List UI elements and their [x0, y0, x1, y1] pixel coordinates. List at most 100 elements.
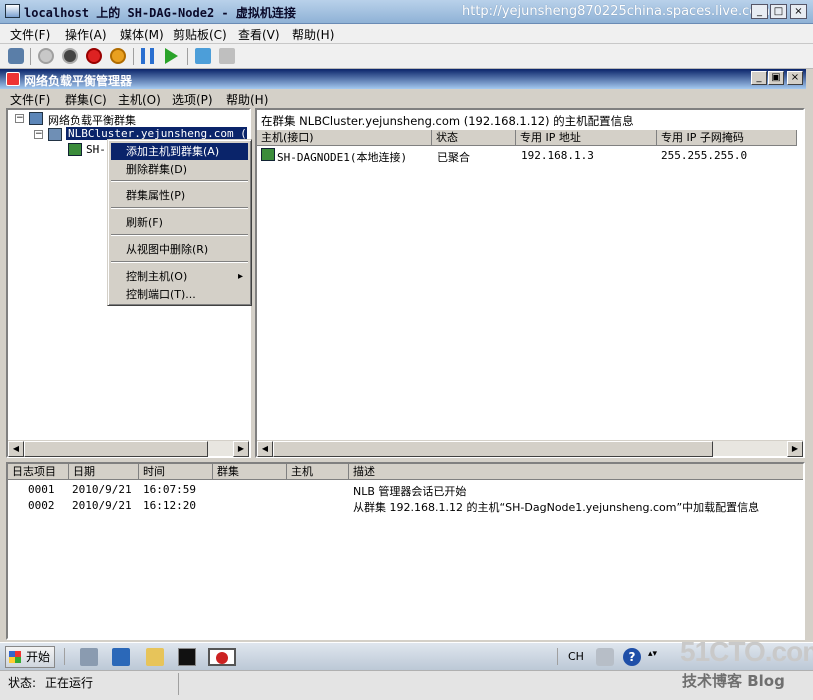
menu-item-refresh[interactable]: 刷新(F): [111, 214, 248, 231]
nlb-restore-button[interactable]: ▣: [768, 71, 784, 85]
table-row[interactable]: SH-DAGNODE1(本地连接) 已聚合 192.168.1.3 255.25…: [257, 148, 803, 164]
nlb-title-bar[interactable]: 网络负载平衡管理器 _ ▣ ×: [0, 69, 806, 89]
mask-cell: 255.255.255.0: [661, 149, 748, 162]
hosts-pane[interactable]: 在群集 NLBCluster.yejunsheng.com (192.168.1…: [255, 108, 805, 458]
ctrl-alt-del-icon[interactable]: [8, 48, 24, 64]
close-button[interactable]: ×: [790, 4, 807, 19]
collapse-icon[interactable]: −: [34, 130, 43, 139]
table-row[interactable]: 0001 2010/9/21 16:07:59 NLB 管理器会话已开始: [8, 482, 803, 498]
language-indicator[interactable]: CH: [568, 650, 584, 663]
log-date-cell: 2010/9/21: [72, 499, 132, 512]
nlb-menu-help[interactable]: 帮助(H): [226, 91, 268, 108]
menu-item-remove-from-view[interactable]: 从视图中删除(R): [111, 241, 248, 258]
network-icon: [29, 112, 43, 125]
host-icon: [68, 143, 82, 156]
tree-host-node[interactable]: SH-: [86, 143, 106, 156]
watermark-blog: 技术博客 Blog: [682, 672, 785, 690]
column-cluster[interactable]: 群集: [213, 464, 287, 480]
nlb-menu-file[interactable]: 文件(F): [10, 91, 50, 108]
vm-menu-help[interactable]: 帮助(H): [292, 26, 334, 43]
command-prompt-icon[interactable]: [178, 648, 196, 666]
vm-menu-clipboard[interactable]: 剪贴板(C): [173, 26, 227, 43]
column-time[interactable]: 时间: [139, 464, 213, 480]
nlb-window-title: 网络负载平衡管理器: [24, 74, 133, 88]
ip-cell: 192.168.1.3: [521, 149, 594, 162]
explorer-folder-icon[interactable]: [146, 648, 164, 666]
cluster-context-menu[interactable]: 添加主机到群集(A) 删除群集(D) 群集属性(P) 刷新(F) 从视图中删除(…: [107, 139, 252, 306]
pause-icon[interactable]: [141, 48, 154, 64]
column-log-entry[interactable]: 日志项目: [8, 464, 69, 480]
watermark-51cto: 51CTO.com: [680, 636, 813, 667]
log-time-cell: 16:12:20: [143, 499, 196, 512]
scroll-left-icon[interactable]: ◀: [257, 441, 273, 457]
column-description[interactable]: 描述: [349, 464, 803, 480]
menu-separator: [111, 234, 248, 236]
minimize-button[interactable]: _: [751, 4, 768, 19]
menu-item-control-hosts[interactable]: 控制主机(O): [111, 268, 248, 285]
vm-toolbar: [0, 44, 813, 69]
resume-icon[interactable]: [165, 48, 178, 64]
nlb-menu-cluster[interactable]: 群集(C): [65, 91, 107, 108]
log-id-cell: 0001: [28, 483, 55, 496]
vm-menu-action[interactable]: 操作(A): [65, 26, 107, 43]
menu-item-delete-cluster[interactable]: 删除群集(D): [111, 161, 248, 178]
snapshot-icon[interactable]: [195, 48, 211, 64]
keyboard-icon[interactable]: [596, 648, 614, 666]
menu-separator: [111, 180, 248, 182]
scroll-thumb[interactable]: [24, 441, 208, 457]
column-status[interactable]: 状态: [432, 130, 516, 146]
host-name-cell: SH-DAGNODE1(本地连接): [277, 151, 408, 164]
tree-root[interactable]: 网络负载平衡群集: [48, 112, 136, 128]
scroll-left-icon[interactable]: ◀: [8, 441, 24, 457]
vm-menu-media[interactable]: 媒体(M): [120, 26, 164, 43]
host-icon: [261, 148, 275, 161]
vm-menu-file[interactable]: 文件(F): [10, 26, 50, 43]
scroll-right-icon[interactable]: ▶: [787, 441, 803, 457]
scroll-right-icon[interactable]: ▶: [233, 441, 249, 457]
watermark-url: http://yejunsheng870225china.spaces.live…: [462, 4, 770, 19]
log-description-cell: NLB 管理器会话已开始: [353, 485, 467, 498]
nlb-menu-options[interactable]: 选项(P): [172, 91, 213, 108]
toolbar-separator: [187, 48, 188, 65]
status-cell: 已聚合: [437, 151, 470, 164]
chevron-icon[interactable]: ▴▾: [648, 649, 657, 659]
hosts-heading: 在群集 NLBCluster.yejunsheng.com (192.168.1…: [261, 114, 634, 128]
shutdown-icon[interactable]: [86, 48, 102, 64]
hosts-horizontal-scrollbar[interactable]: ◀ ▶: [257, 440, 803, 457]
nlb-minimize-button[interactable]: _: [751, 71, 767, 85]
server-manager-icon[interactable]: [80, 648, 98, 666]
help-icon[interactable]: ?: [623, 648, 641, 666]
powershell-icon[interactable]: [112, 648, 130, 666]
status-value: 正在运行: [45, 676, 94, 690]
column-host[interactable]: 主机: [287, 464, 349, 480]
nlb-manager-icon: [6, 72, 20, 86]
scroll-thumb[interactable]: [273, 441, 713, 457]
vm-menu-view[interactable]: 查看(V): [238, 26, 280, 43]
log-pane[interactable]: 日志项目 日期 时间 群集 主机 描述 0001 2010/9/21 16:07…: [6, 462, 805, 640]
log-date-cell: 2010/9/21: [72, 483, 132, 496]
start-icon[interactable]: [38, 48, 54, 64]
maximize-button[interactable]: □: [770, 4, 787, 19]
column-date[interactable]: 日期: [69, 464, 139, 480]
vm-menu-bar: 文件(F) 操作(A) 媒体(M) 剪贴板(C) 查看(V) 帮助(H): [0, 24, 813, 44]
toolbar-separator: [133, 48, 134, 65]
table-row[interactable]: 0002 2010/9/21 16:12:20 从群集 192.168.1.12…: [8, 498, 803, 514]
tree-horizontal-scrollbar[interactable]: ◀ ▶: [8, 440, 249, 457]
menu-item-control-ports[interactable]: 控制端口(T)...: [111, 286, 248, 303]
vm-title-bar[interactable]: localhost 上的 SH-DAG-Node2 - 虚拟机连接 http:/…: [0, 0, 813, 24]
log-description-cell: 从群集 192.168.1.12 的主机“SH-DagNode1.yejunsh…: [353, 501, 760, 514]
nlb-close-button[interactable]: ×: [787, 71, 803, 85]
nlb-menu-host[interactable]: 主机(O): [118, 91, 161, 108]
collapse-icon[interactable]: −: [15, 114, 24, 123]
nlb-logo-icon: [216, 652, 228, 664]
menu-item-cluster-properties[interactable]: 群集属性(P): [111, 187, 248, 204]
turn-off-icon[interactable]: [62, 48, 78, 64]
menu-item-add-host[interactable]: 添加主机到群集(A): [111, 143, 248, 160]
column-host[interactable]: 主机(接口): [257, 130, 432, 146]
column-dedicated-ip[interactable]: 专用 IP 地址: [516, 130, 657, 146]
power-icon[interactable]: [110, 48, 126, 64]
status-separator: [178, 673, 179, 695]
revert-icon[interactable]: [219, 48, 235, 64]
vm-window-title: localhost 上的 SH-DAG-Node2 - 虚拟机连接: [24, 6, 296, 20]
column-subnet-mask[interactable]: 专用 IP 子网掩码: [657, 130, 797, 146]
